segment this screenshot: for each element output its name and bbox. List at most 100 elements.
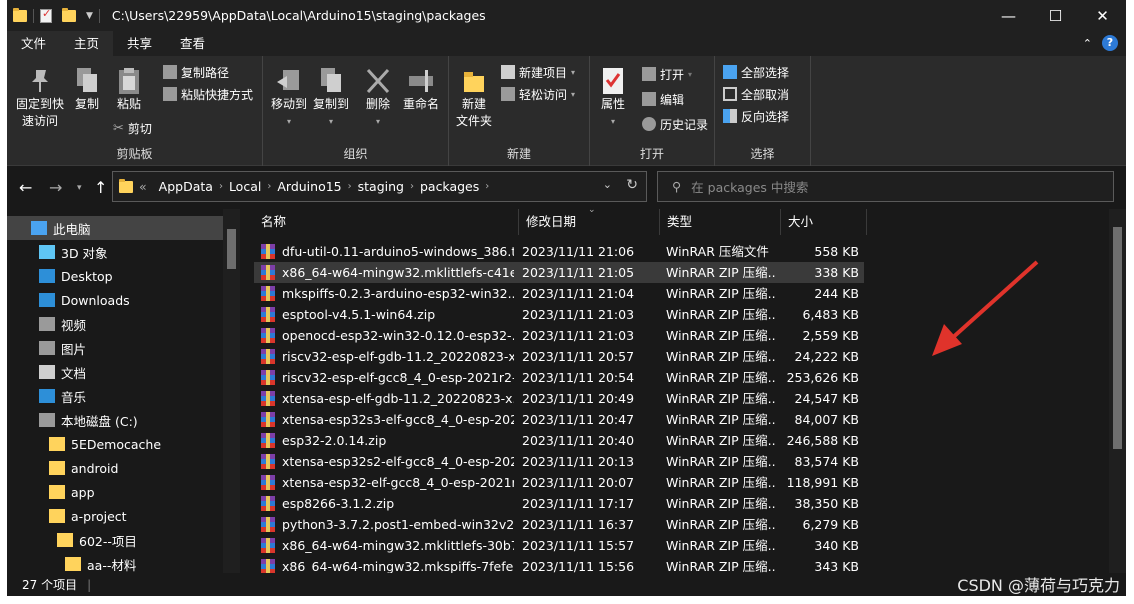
nav-scrollbar[interactable] [223, 209, 240, 573]
file-row[interactable]: x86_64-w64-mingw32.mklittlefs-30b7f... 20… [254, 535, 864, 556]
column-header-size[interactable]: 大小 [781, 209, 867, 235]
file-row[interactable]: dfu-util-0.11-arduino5-windows_386.t... 2… [254, 241, 864, 262]
help-icon[interactable]: ? [1102, 35, 1118, 51]
close-button[interactable]: ✕ [1079, 0, 1126, 31]
column-header-name[interactable]: 名称 [254, 209, 519, 235]
nav-item[interactable]: 5EDemocache [7, 432, 223, 456]
file-row[interactable]: riscv32-esp-elf-gdb-11.2_20220823-x... 20… [254, 346, 864, 367]
scrollbar-thumb[interactable] [1113, 227, 1122, 449]
delete-button[interactable]: 删除 ▾ [361, 66, 395, 130]
up-arrow-icon[interactable]: ↑ [94, 178, 107, 197]
nav-item[interactable]: android [7, 456, 223, 480]
file-row[interactable]: xtensa-esp32s3-elf-gcc8_4_0-esp-202... 20… [254, 409, 864, 430]
breadcrumb-appdata[interactable]: AppData [159, 179, 213, 194]
nav-item[interactable]: 602--项目 [7, 528, 223, 552]
nav-item[interactable]: 本地磁盘 (C:) [7, 408, 223, 432]
file-row[interactable]: xtensa-esp32s2-elf-gcc8_4_0-esp-202... 20… [254, 451, 864, 472]
address-bar[interactable]: « AppData › Local › Arduino15 › staging … [112, 171, 647, 202]
nav-item[interactable]: 图片 [7, 336, 223, 360]
tab-view[interactable]: 查看 [166, 31, 219, 56]
file-name: mkspiffs-0.2.3-arduino-esp32-win32.... [282, 286, 514, 301]
select-none-button[interactable]: 全部取消 [723, 84, 789, 104]
rename-button[interactable]: 重命名 [399, 66, 443, 113]
drive-icon [39, 413, 55, 427]
breadcrumb-packages[interactable]: packages [420, 179, 479, 194]
new-item-button[interactable]: 新建项目 ▾ [501, 62, 575, 82]
nav-item[interactable]: a-project [7, 504, 223, 528]
easy-access-button[interactable]: 轻松访问 ▾ [501, 84, 575, 104]
forward-arrow-icon[interactable]: → [49, 178, 62, 197]
file-row[interactable]: riscv32-esp-elf-gcc8_4_0-esp-2021r2-... 2… [254, 367, 864, 388]
refresh-icon[interactable]: ↻ [626, 177, 638, 193]
copy-path-button[interactable]: 复制路径 [163, 62, 229, 82]
file-row[interactable]: esp8266-3.1.2.zip 2023/11/11 17:17 WinRAR … [254, 493, 864, 514]
tab-share[interactable]: 共享 [113, 31, 166, 56]
chevron-right-icon[interactable]: › [348, 181, 352, 192]
tab-file[interactable]: 文件 [7, 31, 61, 56]
file-modified: 2023/11/11 21:05 [522, 265, 635, 280]
copy-to-button[interactable]: 复制到 ▾ [311, 66, 351, 130]
back-arrow-icon[interactable]: ← [19, 178, 32, 197]
breadcrumb-overflow[interactable]: « [139, 179, 147, 194]
file-row[interactable]: openocd-esp32-win32-0.12.0-esp32-... 2023… [254, 325, 864, 346]
select-all-button[interactable]: 全部选择 [723, 62, 789, 82]
search-box[interactable]: ⚲ 在 packages 中搜索 [657, 171, 1114, 202]
nav-item[interactable]: 视频 [7, 312, 223, 336]
file-row[interactable]: x86_64-w64-mingw32.mkspiffs-7fefea... 202… [254, 556, 864, 573]
breadcrumb-arduino15[interactable]: Arduino15 [277, 179, 341, 194]
breadcrumb-local[interactable]: Local [229, 179, 261, 194]
rename-icon [409, 70, 433, 92]
properties-button[interactable]: 属性 ▾ [596, 66, 630, 130]
open-button[interactable]: 打开 ▾ [642, 64, 692, 84]
file-row[interactable]: mkspiffs-0.2.3-arduino-esp32-win32.... 20… [254, 283, 864, 304]
chevron-right-icon[interactable]: › [267, 181, 271, 192]
scrollbar-thumb[interactable] [227, 229, 236, 269]
nav-item[interactable]: Desktop [7, 264, 223, 288]
move-to-button[interactable]: 移动到 ▾ [269, 66, 309, 130]
nav-item[interactable]: Downloads [7, 288, 223, 312]
breadcrumb-staging[interactable]: staging [358, 179, 404, 194]
recent-locations-icon[interactable]: ▾ [77, 183, 82, 193]
nav-item[interactable]: aa--材料 [7, 552, 223, 573]
chevron-right-icon[interactable]: › [485, 181, 489, 192]
cut-button[interactable]: ✂ 剪切 [113, 118, 152, 138]
nav-item[interactable]: 3D 对象 [7, 240, 223, 264]
nav-item-label: Desktop [61, 268, 113, 284]
collapse-ribbon-icon[interactable]: ⌃ [1083, 37, 1092, 50]
file-row[interactable]: xtensa-esp-elf-gdb-11.2_20220823-x... 202… [254, 388, 864, 409]
paste-button[interactable]: 粘贴 [111, 66, 147, 113]
invert-selection-button[interactable]: 反向选择 [723, 106, 789, 126]
address-dropdown-icon[interactable]: ⌄ [603, 178, 612, 191]
file-list-scrollbar[interactable] [1109, 209, 1126, 573]
column-header-type[interactable]: 类型 [660, 209, 781, 235]
winrar-archive-icon [261, 517, 275, 532]
file-row[interactable]: python3-3.7.2.post1-embed-win32v2... 2023… [254, 514, 864, 535]
nav-item-label: aa--材料 [87, 557, 137, 573]
nav-item[interactable]: 音乐 [7, 384, 223, 408]
history-button[interactable]: 历史记录 [642, 114, 708, 134]
minimize-button[interactable]: — [985, 0, 1032, 31]
new-folder-icon[interactable] [62, 7, 76, 22]
copy-button[interactable]: 复制 [69, 66, 105, 113]
edit-button[interactable]: 编辑 [642, 89, 684, 109]
paste-shortcut-button[interactable]: 粘贴快捷方式 [163, 84, 253, 104]
chevron-right-icon[interactable]: › [410, 181, 414, 192]
nav-item[interactable]: app [7, 480, 223, 504]
file-row[interactable]: x86_64-w64-mingw32.mklittlefs-c41e... 202… [254, 262, 864, 283]
maximize-button[interactable]: ☐ [1032, 0, 1079, 31]
file-row[interactable]: esptool-v4.5.1-win64.zip 2023/11/11 21:03… [254, 304, 864, 325]
customize-toolbar-icon[interactable]: ▼ [86, 11, 93, 21]
pin-quick-access-button[interactable]: 固定到快 速访问 [13, 66, 67, 130]
properties-icon[interactable] [40, 7, 52, 23]
chevron-right-icon[interactable]: › [219, 181, 223, 192]
new-folder-button[interactable]: 新建 文件夹 [453, 66, 495, 130]
file-row[interactable]: xtensa-esp32-elf-gcc8_4_0-esp-2021r... 20… [254, 472, 864, 493]
file-row[interactable]: esp32-2.0.14.zip 2023/11/11 20:40 WinRAR Z… [254, 430, 864, 451]
nav-item[interactable]: 文档 [7, 360, 223, 384]
explorer-window: ▼ C:\Users\22959\AppData\Local\Arduino15… [7, 0, 1126, 596]
new-group: 新建 文件夹 新建项目 ▾ 轻松访问 ▾ 新建 [449, 56, 590, 166]
winrar-archive-icon [261, 559, 275, 573]
tab-home[interactable]: 主页 [60, 31, 114, 56]
nav-item[interactable]: 此电脑 [7, 216, 223, 240]
file-size: 38,350 KB [794, 496, 859, 511]
